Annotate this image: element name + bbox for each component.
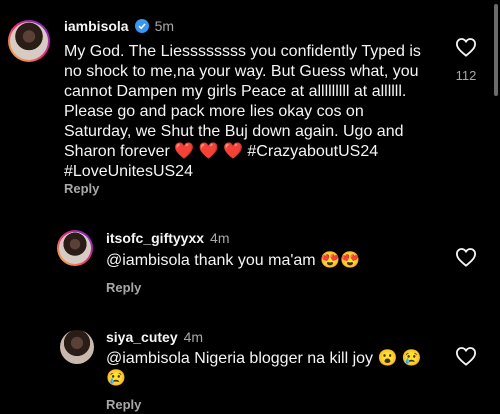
- avatar[interactable]: [60, 330, 94, 364]
- like-count: 112: [455, 68, 477, 83]
- comment-line: Saturday, we Shut the Buj down again. Ug…: [64, 123, 404, 140]
- reply-button[interactable]: Reply: [64, 181, 99, 196]
- avatar[interactable]: [8, 20, 50, 62]
- avatar[interactable]: [57, 230, 93, 266]
- timestamp: 4m: [183, 329, 204, 345]
- comment-line: My God. The Liessssssss you confidently …: [64, 43, 421, 60]
- username[interactable]: itsofc_giftyyxx: [106, 230, 204, 246]
- comment-line: no shock to me,na your way. But Guess wh…: [64, 63, 419, 80]
- comment-line: cannot Dampen my girls Peace at alllllll…: [64, 83, 407, 100]
- verified-icon: [134, 19, 149, 33]
- comment-line: @iambisola Nigeria blogger na kill joy 😮…: [106, 349, 446, 369]
- emojis: 😮 😢: [377, 350, 422, 367]
- username[interactable]: iambisola: [64, 18, 129, 34]
- timestamp: 5m: [154, 18, 175, 34]
- reply-button[interactable]: Reply: [106, 397, 141, 412]
- emojis: 😢: [106, 370, 126, 387]
- comment-header: itsofc_giftyyxx 4m: [106, 230, 230, 246]
- heart-icon[interactable]: [455, 37, 477, 57]
- hashtag[interactable]: #LoveUnitesUS24: [64, 162, 444, 182]
- comment-header: iambisola 5m: [64, 18, 174, 34]
- heart-icon[interactable]: [455, 247, 477, 267]
- comment-text: @iambisola Nigeria blogger na kill joy 😮…: [106, 349, 446, 389]
- comment-header: siya_cutey 4m: [106, 329, 203, 345]
- emojis: 😍😍: [320, 252, 360, 269]
- scrollbar[interactable]: [494, 4, 498, 96]
- comment-text: @iambisola thank you ma'am 😍😍: [106, 251, 360, 271]
- comment-text-segment: Nigeria blogger na kill joy: [194, 350, 374, 367]
- hashtag[interactable]: #CrazyaboutUS24: [247, 143, 378, 160]
- comment-text: My God. The Liessssssss you confidently …: [64, 42, 444, 182]
- comment-text-segment: thank you ma'am: [194, 252, 316, 269]
- mention[interactable]: @iambisola: [106, 350, 190, 367]
- username[interactable]: siya_cutey: [106, 329, 178, 345]
- heart-icon[interactable]: [455, 346, 477, 366]
- heart-emojis: ❤️ ❤️ ❤️: [174, 143, 243, 160]
- comment-text-segment: Sharon forever: [64, 143, 170, 160]
- comment-line: Sharon forever ❤️ ❤️ ❤️ #CrazyaboutUS24: [64, 142, 444, 162]
- comment-line: Please go and pack more lies okay cos on: [64, 103, 364, 120]
- timestamp: 4m: [210, 230, 230, 246]
- reply-button[interactable]: Reply: [106, 280, 141, 295]
- mention[interactable]: @iambisola: [106, 252, 190, 269]
